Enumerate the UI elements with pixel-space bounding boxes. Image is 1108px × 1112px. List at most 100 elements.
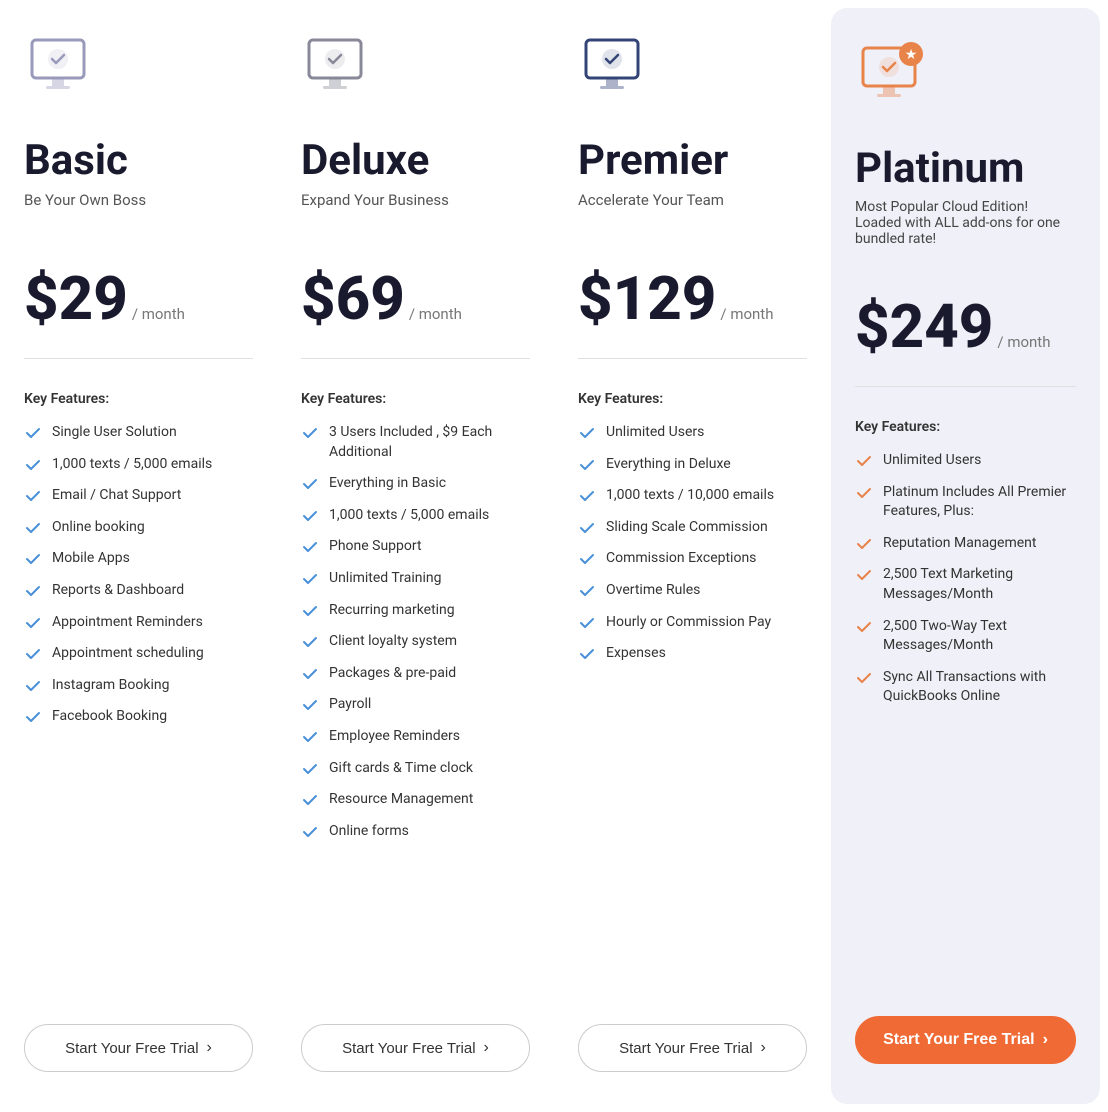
check-icon: [301, 791, 319, 809]
basic-monitor-icon: [24, 32, 104, 112]
list-item: Phone Support: [301, 537, 530, 557]
basic-trial-button[interactable]: Start Your Free Trial ›: [24, 1024, 253, 1072]
check-icon: [855, 484, 873, 502]
check-icon: [24, 487, 42, 505]
premier-price-amount: $129: [578, 263, 716, 334]
svg-text:★: ★: [905, 47, 918, 63]
basic-features-label: Key Features:: [24, 391, 253, 407]
deluxe-features-label: Key Features:: [301, 391, 530, 407]
list-item: 1,000 texts / 5,000 emails: [24, 455, 253, 475]
check-icon: [855, 535, 873, 553]
basic-plan-name: Basic: [24, 136, 253, 185]
feature-text: 1,000 texts / 5,000 emails: [52, 455, 212, 475]
check-icon: [24, 456, 42, 474]
plan-col-premier: PremierAccelerate Your Team$129/ monthKe…: [554, 0, 831, 1112]
feature-text: 3 Users Included , $9 Each Additional: [329, 423, 530, 462]
check-icon: [301, 696, 319, 714]
list-item: Unlimited Users: [855, 451, 1076, 471]
deluxe-plan-tagline: Expand Your Business: [301, 191, 530, 231]
platinum-price-amount: $249: [855, 291, 993, 362]
check-icon: [301, 602, 319, 620]
deluxe-trial-button-label: Start Your Free Trial: [342, 1040, 475, 1057]
feature-text: Unlimited Users: [883, 451, 981, 471]
feature-text: Hourly or Commission Pay: [606, 613, 771, 633]
list-item: Mobile Apps: [24, 549, 253, 569]
feature-text: Unlimited Users: [606, 423, 704, 443]
plan-col-basic: BasicBe Your Own Boss$29/ monthKey Featu…: [0, 0, 277, 1112]
feature-text: Instagram Booking: [52, 676, 169, 696]
list-item: Packages & pre-paid: [301, 664, 530, 684]
basic-price-row: $29/ month: [24, 263, 253, 359]
check-icon: [301, 665, 319, 683]
feature-text: Recurring marketing: [329, 601, 455, 621]
feature-text: Single User Solution: [52, 423, 177, 443]
list-item: Recurring marketing: [301, 601, 530, 621]
feature-text: Expenses: [606, 644, 666, 664]
feature-text: Payroll: [329, 695, 371, 715]
feature-text: Commission Exceptions: [606, 549, 756, 569]
check-icon: [855, 452, 873, 470]
list-item: Online booking: [24, 518, 253, 538]
check-icon: [24, 708, 42, 726]
list-item: Appointment Reminders: [24, 613, 253, 633]
list-item: Expenses: [578, 644, 807, 664]
check-icon: [24, 677, 42, 695]
platinum-trial-button[interactable]: Start Your Free Trial›: [855, 1016, 1076, 1064]
list-item: Payroll: [301, 695, 530, 715]
chevron-right-icon: ›: [484, 1039, 489, 1057]
deluxe-trial-button[interactable]: Start Your Free Trial ›: [301, 1024, 530, 1072]
deluxe-plan-name: Deluxe: [301, 136, 530, 185]
chevron-right-icon: ›: [207, 1039, 212, 1057]
plan-col-deluxe: Deluxe Expand Your Business $69/ month Key …: [277, 0, 554, 1112]
list-item: Gift cards & Time clock: [301, 759, 530, 779]
check-icon: [578, 424, 596, 442]
list-item: Employee Reminders: [301, 727, 530, 747]
check-icon: [301, 570, 319, 588]
platinum-monitor-icon: ★: [855, 40, 935, 120]
platinum-features-label: Key Features:: [855, 419, 1076, 435]
list-item: Sliding Scale Commission: [578, 518, 807, 538]
basic-price-period: / month: [132, 305, 185, 323]
feature-text: 1,000 texts / 10,000 emails: [606, 486, 774, 506]
basic-trial-button-label: Start Your Free Trial: [65, 1040, 198, 1057]
check-icon: [24, 424, 42, 442]
premier-plan-name: Premier: [578, 136, 807, 185]
check-icon: [855, 618, 873, 636]
list-item: Client loyalty system: [301, 632, 530, 652]
premier-price-row: $129/ month: [578, 263, 807, 359]
feature-text: Mobile Apps: [52, 549, 130, 569]
platinum-trial-button-label: Start Your Free Trial: [883, 1031, 1034, 1049]
check-icon: [578, 487, 596, 505]
list-item: Sync All Transactions with QuickBooks On…: [855, 668, 1076, 707]
deluxe-price-period: / month: [409, 305, 462, 323]
check-icon: [578, 519, 596, 537]
premier-monitor-icon: [578, 32, 658, 112]
premier-trial-button-label: Start Your Free Trial: [619, 1040, 752, 1057]
check-icon: [855, 669, 873, 687]
list-item: Commission Exceptions: [578, 549, 807, 569]
premier-price-period: / month: [720, 305, 773, 323]
check-icon: [301, 475, 319, 493]
check-icon: [24, 614, 42, 632]
deluxe-price-amount: $69: [301, 263, 405, 334]
feature-text: Gift cards & Time clock: [329, 759, 473, 779]
list-item: Instagram Booking: [24, 676, 253, 696]
premier-features-list: Unlimited Users Everything in Deluxe 1,0…: [578, 423, 807, 992]
plan-col-platinum: ★ PlatinumMost Popular Cloud Edition! Lo…: [831, 8, 1100, 1104]
platinum-price-row: $249/ month: [855, 291, 1076, 387]
premier-trial-button[interactable]: Start Your Free Trial›: [578, 1024, 807, 1072]
feature-text: 2,500 Two-Way Text Messages/Month: [883, 617, 1076, 656]
check-icon: [301, 728, 319, 746]
check-icon: [578, 614, 596, 632]
list-item: Single User Solution: [24, 423, 253, 443]
pricing-grid: BasicBe Your Own Boss$29/ monthKey Featu…: [0, 0, 1108, 1112]
feature-text: Online forms: [329, 822, 409, 842]
feature-text: Sliding Scale Commission: [606, 518, 768, 538]
check-icon: [578, 456, 596, 474]
feature-text: Everything in Basic: [329, 474, 446, 494]
feature-text: Sync All Transactions with QuickBooks On…: [883, 668, 1076, 707]
platinum-plan-tagline: Most Popular Cloud Edition! Loaded with …: [855, 199, 1076, 259]
list-item: Platinum Includes All Premier Features, …: [855, 483, 1076, 522]
feature-text: 2,500 Text Marketing Messages/Month: [883, 565, 1076, 604]
feature-text: Appointment scheduling: [52, 644, 204, 664]
